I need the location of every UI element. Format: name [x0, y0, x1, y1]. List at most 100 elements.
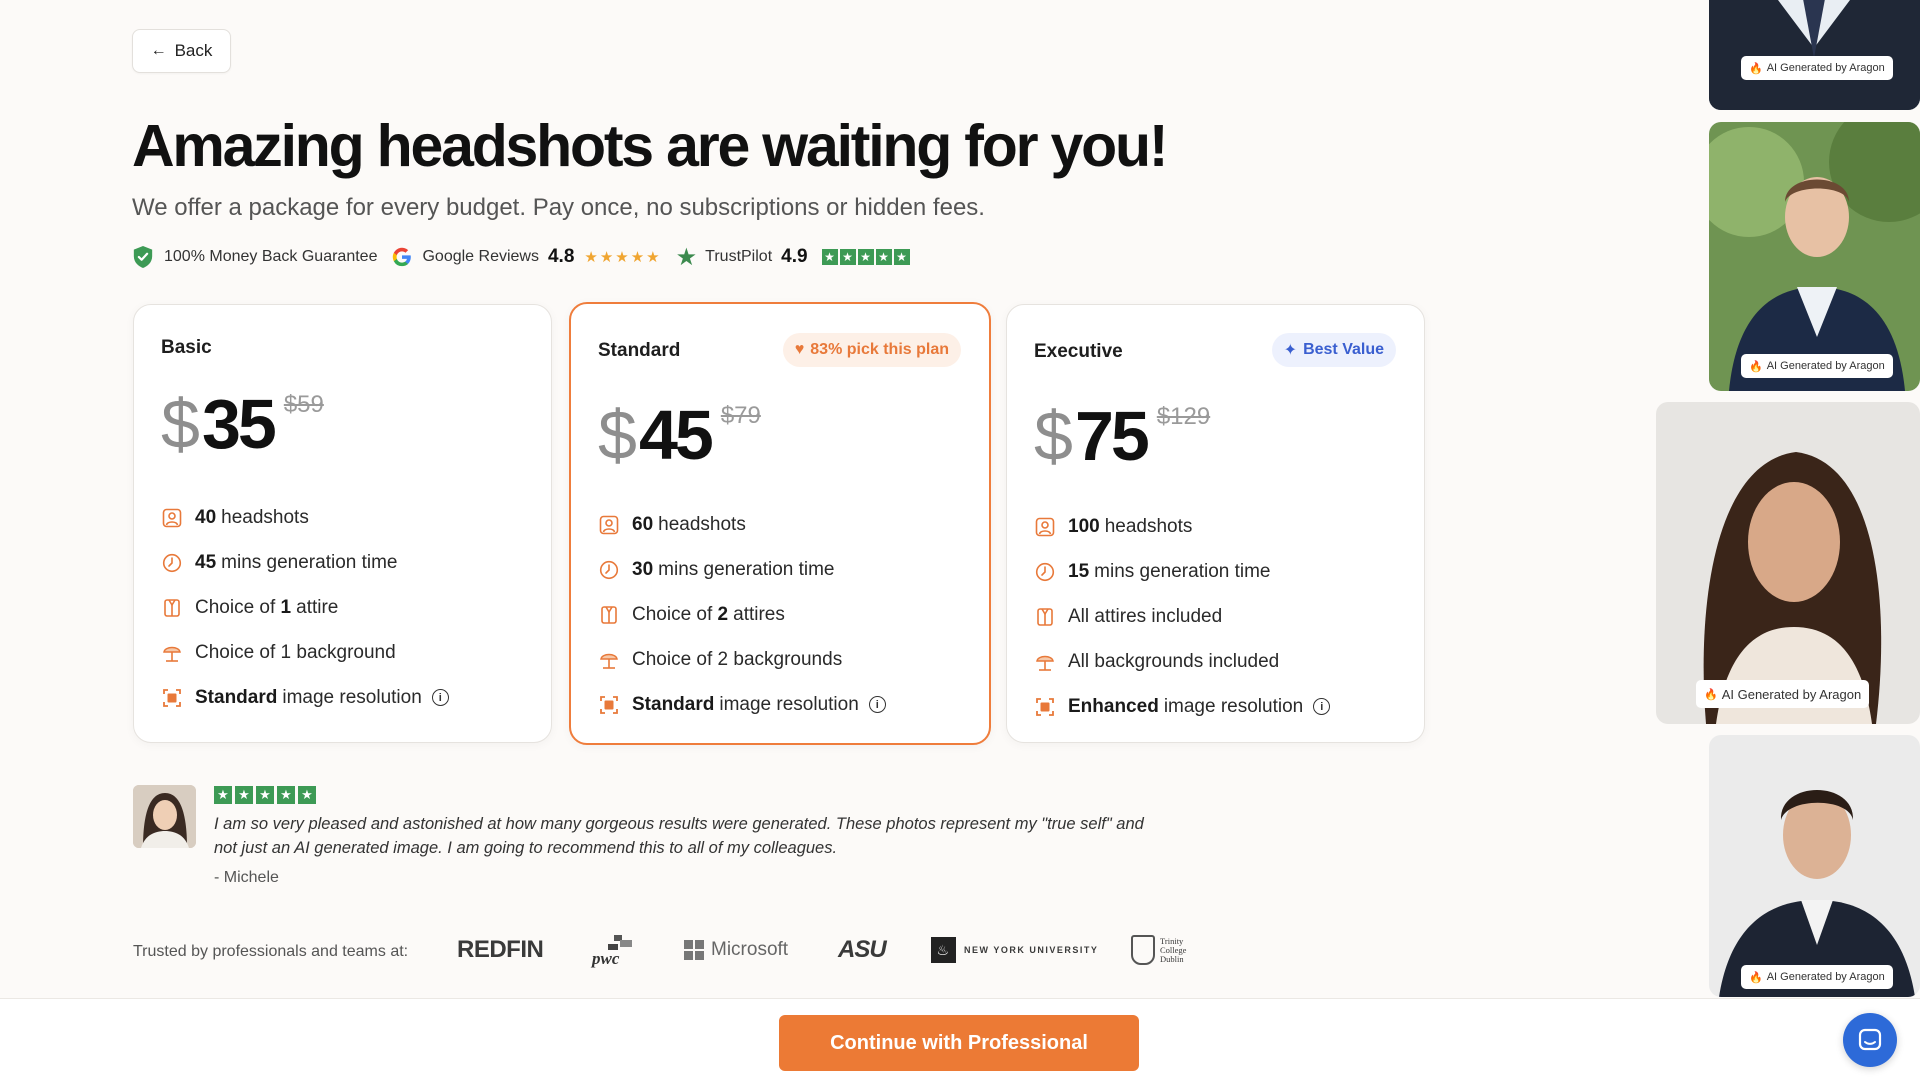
continue-button[interactable]: Continue with Professional	[779, 1015, 1139, 1071]
plan-card-executive[interactable]: Executive ✦ Best Value $ 75 $129 100 head…	[1006, 304, 1425, 743]
feature-prefix: Choice of	[632, 603, 718, 625]
feature-item: Standard image resolution i	[598, 682, 886, 727]
price-amount: 45	[638, 396, 714, 474]
feature-highlight: 60	[632, 513, 654, 535]
feature-text: image resolution	[282, 686, 422, 708]
info-icon[interactable]: i	[868, 696, 886, 713]
review-text: I am so very pleased and astonished at h…	[214, 815, 1144, 857]
feature-item: 15 mins generation time	[1034, 549, 1330, 594]
headshot-photo: 🔥 AI Generated by Aragon	[1709, 0, 1920, 110]
nyu-text: NEW YORK UNIVERSITY	[964, 945, 1099, 955]
attire-icon	[598, 604, 620, 626]
feature-highlight: 100	[1068, 515, 1100, 537]
feature-item: 45 mins generation time	[161, 540, 449, 585]
info-icon[interactable]: i	[431, 689, 449, 706]
beach-umbrella-icon	[161, 642, 183, 664]
feature-item: 40 headshots	[161, 495, 449, 540]
attire-icon	[161, 597, 183, 619]
trinity-college-dublin-logo: Trinity College Dublin	[1131, 930, 1186, 970]
trustpilot-rating-stars: ★ ★ ★ ★ ★	[821, 249, 910, 265]
headshot-photo: 🔥 AI Generated by Aragon	[1709, 122, 1920, 391]
heart-icon: ♥	[794, 341, 805, 358]
chat-launcher-button[interactable]	[1843, 1013, 1897, 1067]
review-rating-stars: ★ ★ ★ ★ ★	[214, 786, 316, 804]
price: $ 75 $129	[1034, 399, 1210, 473]
google-reviews-label: Google Reviews	[422, 248, 539, 265]
flame-icon: 🔥	[1749, 971, 1763, 984]
ai-generated-tag: 🔥 AI Generated by Aragon	[1696, 680, 1870, 708]
feature-text: mins generation time	[1094, 560, 1271, 582]
trustpilot-star-icon: ★	[675, 243, 698, 271]
trustpilot-star-box-icon: ★	[277, 786, 295, 804]
trustpilot-star-box-icon: ★	[875, 249, 892, 265]
attire-icon	[1034, 606, 1056, 628]
feature-text: mins generation time	[658, 558, 835, 580]
price-amount: 35	[201, 385, 277, 463]
original-price: $59	[283, 391, 324, 418]
feature-text: attire	[296, 596, 339, 618]
plan-name: Standard	[598, 340, 681, 361]
feature-item: Choice of 2 backgrounds	[598, 637, 886, 682]
trustpilot-star-box-icon: ★	[256, 786, 274, 804]
nyu-torch-icon: ♨	[931, 937, 956, 963]
chat-icon	[1858, 1028, 1882, 1051]
price: $ 35 $59	[161, 387, 324, 461]
headshot-photo: 🔥 AI Generated by Aragon	[1709, 735, 1920, 997]
portrait-icon	[598, 514, 620, 536]
feature-item: Enhanced image resolution i	[1034, 684, 1331, 729]
popular-badge: ♥ 83% pick this plan	[782, 333, 961, 367]
trustpilot-star-box-icon: ★	[821, 249, 838, 265]
info-icon[interactable]: i	[1313, 698, 1331, 715]
page-subtitle: We offer a package for every budget. Pay…	[132, 194, 985, 221]
currency-symbol: $	[598, 396, 637, 474]
plan-card-basic[interactable]: Basic $ 35 $59 40 headshots 45 mins generat…	[133, 304, 552, 743]
feature-prefix: Choice of	[195, 596, 281, 618]
plan-name: Basic	[161, 337, 212, 358]
trusted-label: Trusted by professionals and teams at:	[133, 943, 409, 960]
trustpilot-star-box-icon: ★	[857, 249, 874, 265]
pwc-logo: pwc	[590, 930, 634, 970]
resolution-icon	[1034, 696, 1056, 718]
best-value-badge: ✦ Best Value	[1271, 333, 1396, 367]
ai-generated-tag: 🔥 AI Generated by Aragon	[1741, 965, 1893, 989]
beach-umbrella-icon	[598, 649, 620, 671]
feature-highlight: 2	[717, 603, 729, 625]
feature-list: 60 headshots 30 mins generation time Choice …	[598, 502, 886, 727]
sparkle-icon: ✦	[1283, 342, 1298, 359]
google-icon	[393, 247, 412, 267]
review-author: - Michele	[214, 869, 279, 886]
nyu-logo: ♨ NEW YORK UNIVERSITY	[931, 930, 1098, 970]
trustpilot-star-box-icon: ★	[893, 249, 910, 265]
feature-text: All backgrounds included	[1068, 650, 1280, 672]
feature-highlight: 15	[1068, 560, 1090, 582]
trustpilot-star-box-icon: ★	[214, 786, 232, 804]
feature-highlight: 30	[632, 558, 654, 580]
trustpilot-star-box-icon: ★	[235, 786, 253, 804]
feature-item: Choice of 1 background	[161, 630, 449, 675]
feature-text: Choice of 1 background	[195, 641, 396, 663]
feature-item: 30 mins generation time	[598, 547, 886, 592]
feature-list: 40 headshots 45 mins generation time Choice …	[161, 495, 449, 720]
google-score: 4.8	[547, 246, 575, 267]
flame-icon: 🔥	[1749, 62, 1763, 75]
tcd-text: Trinity College Dublin	[1160, 935, 1187, 964]
clock-icon	[598, 559, 620, 581]
crest-icon	[1131, 935, 1155, 965]
feature-highlight: 40	[195, 506, 217, 528]
arrow-left-icon: ←	[150, 42, 167, 59]
pwc-text: pwc	[590, 949, 620, 968]
ai-generated-tag: 🔥 AI Generated by Aragon	[1741, 56, 1893, 80]
original-price: $129	[1156, 403, 1211, 430]
back-button[interactable]: ← Back	[132, 29, 231, 73]
feature-text: headshots	[658, 513, 746, 535]
feature-text: All attires included	[1068, 605, 1223, 627]
microsoft-grid-icon	[684, 940, 704, 960]
redfin-logo: REDFIN	[457, 936, 544, 963]
portrait-icon	[161, 507, 183, 529]
trustpilot-star-box-icon: ★	[298, 786, 316, 804]
back-label: Back	[174, 41, 213, 60]
resolution-icon	[161, 687, 183, 709]
currency-symbol: $	[161, 385, 200, 463]
plan-card-standard[interactable]: Standard ♥ 83% pick this plan $ 45 $79 6…	[569, 302, 991, 745]
feature-item: All backgrounds included	[1034, 639, 1330, 684]
